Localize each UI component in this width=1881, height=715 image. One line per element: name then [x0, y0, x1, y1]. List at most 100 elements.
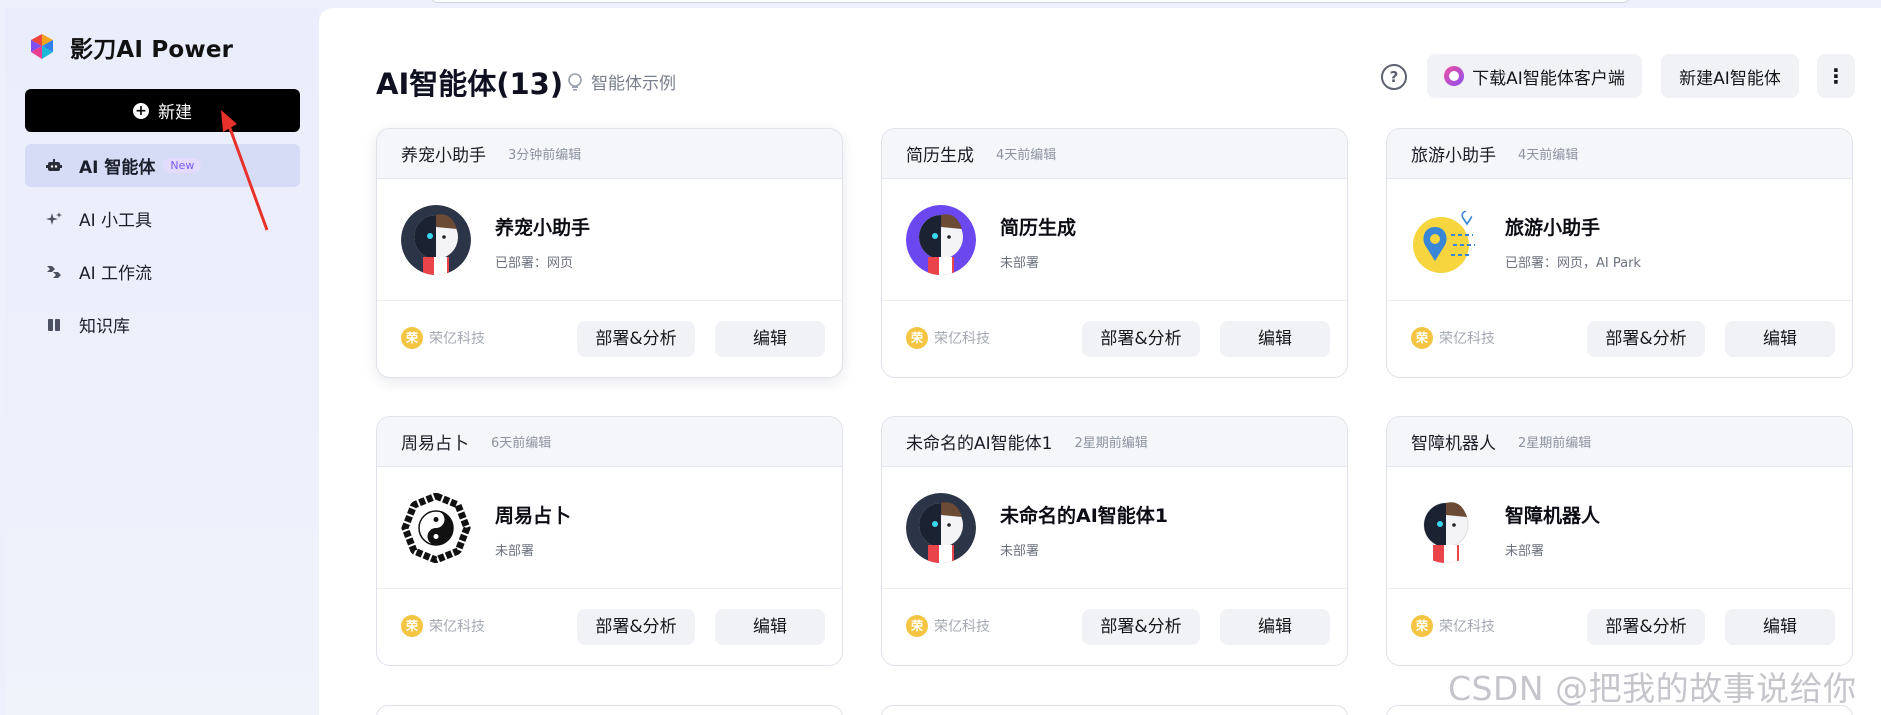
card-name: 养宠小助手 [401, 146, 486, 166]
edit-button[interactable]: 编辑 [715, 321, 825, 357]
agent-title: 未命名的AI智能体1 [1000, 505, 1168, 527]
card-body: 智障机器人 未部署 [1387, 467, 1852, 589]
edit-button[interactable]: 编辑 [1220, 609, 1330, 645]
agent-card[interactable]: 养宠小助手 3分钟前编辑 养宠小助手 已部署：网页 荣 荣亿科技 部署&分析 编… [376, 128, 843, 378]
org-label: 荣 荣亿科技 [1411, 327, 1495, 349]
card-name: 简历生成 [906, 146, 974, 166]
sidebar-item-ai-tools[interactable]: AI 小工具 [25, 197, 300, 240]
org-logo-icon: 荣 [1411, 615, 1433, 637]
card-name: 智障机器人 [1411, 434, 1496, 454]
card-body: 简历生成 未部署 [882, 179, 1347, 301]
agent-card[interactable]: 简历生成 4天前编辑 简历生成 未部署 荣 荣亿科技 部署&分析 编辑 [881, 128, 1348, 378]
card-edited-time: 2星期前编辑 [1518, 436, 1592, 451]
agent-card[interactable]: 旅游小助手 4天前编辑 旅游小助手 已部署：网页，AI Park 荣 荣亿科技 … [1386, 128, 1853, 378]
brand-logo-icon [28, 32, 58, 62]
deploy-analyze-button[interactable]: 部署&分析 [1587, 609, 1705, 645]
robot-avatar-icon [401, 205, 471, 275]
help-button[interactable]: ? [1381, 64, 1407, 90]
card-footer: 荣 荣亿科技 部署&分析 编辑 [882, 589, 1347, 665]
card-footer: 荣 荣亿科技 部署&分析 编辑 [1387, 301, 1852, 377]
sidebar-item-label: AI 工作流 [79, 264, 153, 284]
edit-button[interactable]: 编辑 [1220, 321, 1330, 357]
deploy-analyze-button[interactable]: 部署&分析 [577, 609, 695, 645]
org-logo-icon: 荣 [1411, 327, 1433, 349]
main-content: AI智能体(13) 智能体示例 ? 下载AI智能体客户端 新建AI智能体 ⋮ 养… [319, 8, 1881, 715]
card-footer: 荣 荣亿科技 部署&分析 编辑 [377, 301, 842, 377]
agent-title: 养宠小助手 [495, 217, 591, 239]
org-name: 荣亿科技 [1439, 331, 1495, 347]
agent-card-partial[interactable] [881, 705, 1348, 715]
agent-card-partial[interactable] [1386, 705, 1853, 715]
sidebar-item-ai-agents[interactable]: AI 智能体 New [25, 144, 300, 187]
deploy-analyze-button[interactable]: 部署&分析 [1587, 321, 1705, 357]
new-badge: New [163, 158, 202, 173]
org-logo-icon: 荣 [401, 327, 423, 349]
edit-button[interactable]: 编辑 [1725, 609, 1835, 645]
new-button[interactable]: + 新建 [25, 89, 300, 132]
robot-avatar-icon [906, 493, 976, 563]
workflow-icon [45, 263, 63, 281]
agent-title: 周易占卜 [495, 505, 572, 527]
more-options-button[interactable]: ⋮ [1817, 54, 1855, 98]
org-logo-icon: 荣 [906, 615, 928, 637]
card-body: 养宠小助手 已部署：网页 [377, 179, 842, 301]
edit-button[interactable]: 编辑 [715, 609, 825, 645]
deploy-status: 未部署 [495, 544, 535, 559]
agent-examples-link[interactable]: 智能体示例 [567, 69, 676, 94]
card-footer: 荣 荣亿科技 部署&分析 编辑 [1387, 589, 1852, 665]
agent-title: 旅游小助手 [1505, 217, 1601, 239]
new-button-label: 新建 [158, 103, 192, 123]
brand-name: 影刀AI Power [70, 37, 234, 63]
agent-card[interactable]: 周易占卜 6天前编辑 周易占卜 未部署 荣 荣亿科技 部署&分析 编辑 [376, 416, 843, 666]
sparkle-icon [45, 210, 63, 228]
org-label: 荣 荣亿科技 [401, 327, 485, 349]
org-label: 荣 荣亿科技 [1411, 615, 1495, 637]
org-label: 荣 荣亿科技 [906, 615, 990, 637]
card-body: 旅游小助手 已部署：网页，AI Park [1387, 179, 1852, 301]
client-app-icon [1444, 66, 1465, 86]
edit-button[interactable]: 编辑 [1725, 321, 1835, 357]
robot-icon [45, 157, 63, 175]
card-body: 未命名的AI智能体1 未部署 [882, 467, 1347, 589]
sidebar-item-ai-workflow[interactable]: AI 工作流 [25, 250, 300, 293]
sidebar: 影刀AI Power + 新建 AI 智能体 New AI 小工具 AI 工作流 [6, 8, 319, 715]
sidebar-nav: AI 智能体 New AI 小工具 AI 工作流 知识库 [25, 144, 300, 356]
card-header: 未命名的AI智能体1 2星期前编辑 [882, 417, 1347, 467]
card-name: 旅游小助手 [1411, 146, 1496, 166]
brand[interactable]: 影刀AI Power [28, 30, 233, 64]
download-client-label: 下载AI智能体客户端 [1472, 68, 1625, 89]
new-agent-button[interactable]: 新建AI智能体 [1661, 54, 1799, 98]
org-logo-icon: 荣 [401, 615, 423, 637]
book-icon [45, 316, 63, 334]
deploy-status: 未部署 [1000, 544, 1040, 559]
card-header: 简历生成 4天前编辑 [882, 129, 1347, 179]
plus-circle-icon: + [133, 102, 149, 119]
deploy-status: 未部署 [1000, 256, 1040, 271]
deploy-status: 未部署 [1505, 544, 1545, 559]
lightbulb-icon [568, 72, 582, 91]
card-edited-time: 4天前编辑 [996, 148, 1057, 163]
org-logo-icon: 荣 [906, 327, 928, 349]
deploy-analyze-button[interactable]: 部署&分析 [577, 321, 695, 357]
card-edited-time: 3分钟前编辑 [508, 148, 582, 163]
agent-title: 简历生成 [1000, 217, 1077, 239]
robot-avatar-icon [1411, 493, 1481, 563]
sidebar-item-knowledge-base[interactable]: 知识库 [25, 303, 300, 346]
org-name: 荣亿科技 [1439, 619, 1495, 635]
deploy-status: 已部署：网页，AI Park [1505, 256, 1641, 271]
sidebar-item-label: AI 智能体 [79, 158, 156, 178]
org-label: 荣 荣亿科技 [401, 615, 485, 637]
agent-card[interactable]: 智障机器人 2星期前编辑 智障机器人 未部署 荣 荣亿科技 部署&分析 编辑 [1386, 416, 1853, 666]
org-name: 荣亿科技 [429, 619, 485, 635]
org-name: 荣亿科技 [934, 331, 990, 347]
agent-card-partial[interactable] [376, 705, 843, 715]
deploy-analyze-button[interactable]: 部署&分析 [1082, 321, 1200, 357]
travel-pin-icon [1411, 205, 1481, 275]
download-client-button[interactable]: 下载AI智能体客户端 [1427, 54, 1642, 98]
deploy-analyze-button[interactable]: 部署&分析 [1082, 609, 1200, 645]
org-label: 荣 荣亿科技 [906, 327, 990, 349]
page-title: AI智能体(13) [376, 67, 564, 101]
org-name: 荣亿科技 [934, 619, 990, 635]
agent-card[interactable]: 未命名的AI智能体1 2星期前编辑 未命名的AI智能体1 未部署 荣 荣亿科技 … [881, 416, 1348, 666]
bagua-icon [401, 493, 471, 563]
